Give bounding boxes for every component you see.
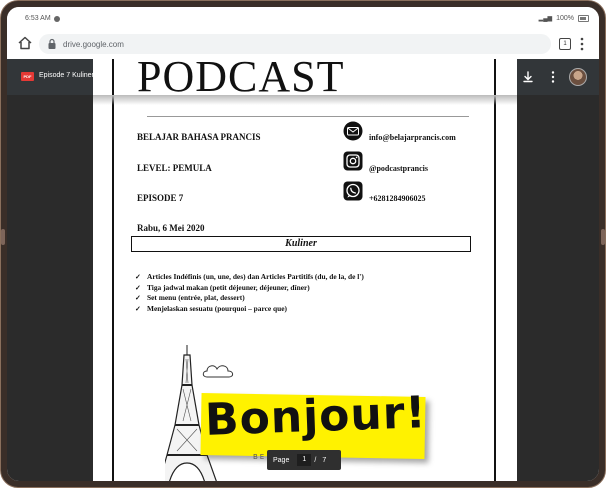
page-separator: / — [314, 456, 317, 464]
check-icon: ✓ — [135, 283, 141, 292]
lock-icon — [48, 38, 56, 49]
pdf-page: PODCAST BELAJAR BAHASA PRANCIS LEVEL: PE… — [93, 52, 517, 481]
contact-instagram: @podcastprancis — [369, 164, 429, 173]
list-item: ✓ Set menu (entrée, plat, dessert) — [135, 293, 475, 304]
topic-list: ✓ Articles Indéfinis (un, une, des) dan A… — [135, 272, 475, 314]
device-frame: 6:53 AM ▂▄▆ 100% drive.google.com 1 PDF … — [0, 0, 606, 488]
list-item: ✓ Articles Indéfinis (un, une, des) dan A… — [135, 272, 475, 283]
instagram-icon — [343, 151, 363, 171]
url-text: drive.google.com — [63, 39, 124, 49]
label-level: LEVEL: PEMULA — [137, 163, 212, 173]
signal-icon: ▂▄▆ — [538, 16, 553, 22]
status-bar: 6:53 AM ▂▄▆ 100% — [7, 7, 599, 29]
email-icon — [343, 121, 363, 141]
list-item-text: Tiga jadwal makan (petit déjeuner, déjeu… — [147, 282, 310, 292]
pdf-more-icon[interactable] — [550, 70, 556, 84]
device-screen: 6:53 AM ▂▄▆ 100% drive.google.com 1 PDF … — [7, 7, 599, 481]
pdf-file-icon: PDF — [21, 72, 34, 81]
contact-whatsapp: +6281284906025 — [369, 194, 426, 203]
list-item-text: Menjelaskan sesuatu (pourquoi – parce qu… — [147, 303, 287, 313]
page-label: Page — [273, 456, 290, 464]
topic-box: Kuliner — [131, 236, 471, 252]
cloud-icon — [202, 365, 234, 378]
current-page-input[interactable]: 1 — [297, 454, 312, 466]
bonjour-text: Bonjour! — [204, 387, 428, 446]
side-button-right — [601, 229, 605, 245]
status-time: 6:53 AM — [25, 15, 51, 22]
home-icon[interactable] — [17, 35, 33, 51]
battery-percent: 100% — [556, 15, 574, 22]
list-item-text: Set menu (entrée, plat, dessert) — [147, 293, 245, 302]
list-item-text: Articles Indéfinis (un, une, des) dan Ar… — [147, 272, 364, 281]
title-divider — [147, 116, 469, 117]
check-icon: ✓ — [135, 304, 141, 313]
tab-switcher-icon[interactable]: 1 — [559, 38, 571, 50]
list-item: ✓ Menjelaskan sesuatu (pourquoi – parce q… — [135, 304, 475, 315]
side-button-left — [1, 229, 5, 245]
notification-icon — [53, 15, 60, 22]
avatar[interactable] — [569, 68, 587, 86]
battery-icon — [578, 15, 589, 22]
label-episode: EPISODE 7 — [137, 193, 184, 203]
status-time-group: 6:53 AM — [25, 15, 60, 22]
whatsapp-icon — [343, 181, 363, 201]
contact-email: info@belajarprancis.com — [369, 133, 456, 142]
total-pages: 7 — [322, 456, 327, 464]
check-icon: ✓ — [135, 273, 141, 281]
download-icon[interactable] — [521, 70, 535, 84]
label-course: BELAJAR BAHASA PRANCIS — [137, 132, 261, 142]
more-vert-icon[interactable] — [579, 36, 585, 52]
list-item: ✓ Tiga jadwal makan (petit déjeuner, déje… — [135, 283, 475, 294]
check-icon: ✓ — [135, 294, 141, 302]
page-indicator[interactable]: Page 1 / 7 — [267, 450, 341, 470]
status-indicators: ▂▄▆ 100% — [539, 15, 589, 22]
page-shadow — [93, 95, 517, 105]
document-date: Rabu, 6 Mei 2020 — [137, 223, 205, 233]
